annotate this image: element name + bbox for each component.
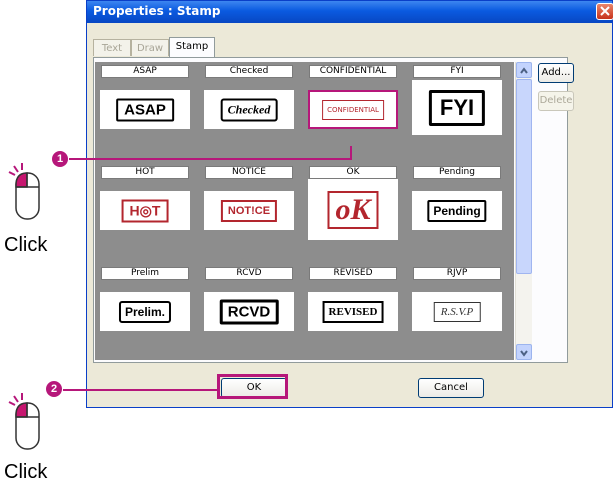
scroll-up-button[interactable]: [516, 62, 532, 78]
stamp-art: H◎T: [121, 199, 169, 222]
stamp-label: OK: [309, 166, 397, 179]
stamp-art: oK: [327, 190, 379, 229]
stamp-art: Checked: [220, 98, 278, 121]
callout-line-2: [63, 389, 220, 391]
chevron-up-icon: [520, 67, 528, 74]
stamp-art: ASAP: [116, 98, 174, 121]
delete-button[interactable]: Delete: [538, 91, 574, 111]
cancel-button[interactable]: Cancel: [418, 378, 484, 398]
scroll-down-button[interactable]: [516, 344, 532, 360]
tab-text[interactable]: Text: [93, 39, 131, 56]
close-icon: [600, 6, 610, 16]
stamp-art: CONFIDENTIAL: [322, 99, 384, 120]
callout-line-1-stem: [350, 146, 352, 159]
chevron-down-icon: [520, 350, 528, 357]
stamp-tile-checked[interactable]: Checked: [204, 90, 294, 129]
tab-draw[interactable]: Draw: [131, 39, 169, 56]
step-1-badge: 1: [52, 151, 68, 167]
stamp-label: Checked: [205, 65, 293, 78]
stamp-tile-fyi[interactable]: FYI: [412, 80, 502, 135]
close-button[interactable]: [596, 3, 613, 20]
stamp-label: Pending: [413, 166, 501, 179]
title-bar[interactable]: Properties : Stamp: [87, 1, 613, 23]
stamp-label: RJVP: [413, 267, 501, 280]
stamp-tile-rjvp[interactable]: R.S.V.P: [412, 292, 502, 331]
tab-stamp[interactable]: Stamp: [169, 37, 215, 57]
stamp-art: Pending: [427, 199, 487, 222]
stamp-tile-hot[interactable]: H◎T: [100, 191, 190, 230]
stamp-label: HOT: [101, 166, 189, 179]
dialog-title: Properties : Stamp: [93, 4, 221, 18]
scroll-thumb[interactable]: [516, 79, 532, 274]
mouse-click-icon: [8, 393, 40, 450]
stamp-label: ASAP: [101, 65, 189, 78]
stamp-art: Prelim.: [118, 300, 172, 323]
stamp-label: CONFIDENTIAL: [309, 65, 397, 78]
callout-line-1: [69, 158, 352, 160]
stamp-tile-notice[interactable]: NOT!CE: [204, 191, 294, 230]
stamp-label: REVISED: [309, 267, 397, 280]
mouse-click-icon: [8, 163, 40, 220]
stamp-list-scrollbar[interactable]: [515, 62, 532, 360]
stamp-label: NOTICE: [205, 166, 293, 179]
ok-button-highlight: [217, 374, 288, 399]
stamp-art: RCVD: [219, 299, 279, 324]
stamp-label: Prelim: [101, 267, 189, 280]
stamp-tile-ok[interactable]: oK: [308, 179, 398, 240]
stamp-properties-dialog: Properties : Stamp Text Draw Stamp ASAP A…: [86, 0, 613, 408]
stamp-tile-prelim[interactable]: Prelim.: [100, 292, 190, 331]
stamp-art: REVISED: [322, 300, 384, 323]
stamp-label: RCVD: [205, 267, 293, 280]
click-label-1: Click: [4, 234, 48, 256]
stamp-tile-revised[interactable]: REVISED: [308, 292, 398, 331]
step-2-badge: 2: [46, 381, 62, 397]
stamp-tile-pending[interactable]: Pending: [412, 191, 502, 230]
stamp-tile-rcvd[interactable]: RCVD: [204, 292, 294, 331]
stamp-tile-asap[interactable]: ASAP: [100, 90, 190, 129]
stamp-art: NOT!CE: [220, 199, 278, 222]
stamp-label: FYI: [413, 65, 501, 78]
click-label-2: Click: [4, 461, 48, 483]
add-button[interactable]: Add...: [538, 63, 574, 83]
stamp-grid: ASAP ASAP Checked Checked CONFIDENTIAL CONFID…: [95, 62, 514, 360]
stamp-art: R.S.V.P: [433, 301, 481, 322]
stamp-tile-confidential[interactable]: CONFIDENTIAL: [308, 90, 398, 129]
stamp-art: FYI: [428, 89, 486, 126]
